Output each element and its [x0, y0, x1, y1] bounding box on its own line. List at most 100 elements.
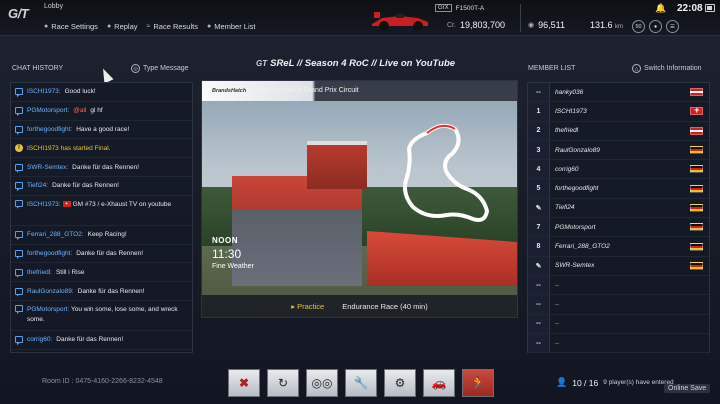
lobby-toolbar: ✖ ↻ ◎◎ 🔧 ⚙ 🚗 🏃	[228, 369, 494, 397]
page-title: Lobby	[44, 3, 64, 10]
credits-value: 19,803,700	[459, 20, 505, 30]
lobby-nav: ● Race Settings ● Replay ≈ Race Results ● Me…	[44, 22, 255, 31]
member-row[interactable]: ✎ SWR-Semtex	[528, 256, 709, 276]
gt-small-logo: GT	[256, 59, 268, 68]
button-glyph-icon: ◎	[131, 64, 140, 73]
close-icon: ✖	[238, 376, 250, 390]
wrench-icon: 🔧	[353, 376, 369, 390]
chat-message: RaulGonzalo89: Danke für das Rennen!	[11, 282, 192, 301]
member-list[interactable]: --hanky036 1ISCHI1973 2thefriedl 3RaulGo…	[527, 82, 710, 354]
chat-message: corrig60: Danke für das Rennen!	[11, 331, 192, 350]
member-row[interactable]: -- hanky036	[528, 83, 709, 103]
nav-member-list[interactable]: ● Member List	[207, 22, 256, 31]
chat-message: Ferrari_288_GTO2: Keep Racing!	[11, 226, 192, 245]
return-icon: ↻	[277, 376, 289, 390]
weather-label: Fine Weather	[212, 263, 254, 270]
weather-info: NOON 11:30 Fine Weather	[212, 236, 254, 270]
swiss-flag-icon: +	[62, 201, 71, 208]
tuning-button[interactable]: 🔧	[345, 369, 377, 397]
mileage: ◉ 96,511	[528, 20, 565, 30]
lobby-title: GT SReL // Season 4 RoC // Live on YouTub…	[256, 58, 456, 69]
divider	[520, 4, 521, 32]
car-name: F1500T-A	[455, 4, 485, 12]
spectate-button[interactable]: ◎◎	[306, 369, 338, 397]
germany-flag-icon	[690, 223, 703, 232]
chat-bubble-icon	[15, 88, 23, 96]
chat-bubble-icon	[15, 249, 23, 257]
austria-flag-icon	[690, 88, 703, 97]
germany-flag-icon	[690, 184, 703, 193]
pencil-icon: ✎	[528, 198, 550, 218]
type-message-button[interactable]: ◎ Type Message	[131, 64, 189, 73]
empty-slot: -- --	[528, 295, 709, 315]
alert-icon: !	[15, 144, 23, 153]
chat-message: Tiefi24: Danke für das Rennen!	[11, 177, 192, 196]
chat-bubble-icon	[15, 304, 23, 312]
nav-replay[interactable]: ● Replay	[107, 22, 138, 31]
circuit-map	[403, 123, 489, 222]
brands-hatch-logo: BrandsHatch	[212, 88, 247, 94]
online-save-indicator: Online Save	[664, 384, 711, 393]
clock: 22:08	[677, 3, 703, 14]
track-name: Brands Hatch Grand Prix Circuit	[259, 87, 359, 94]
time-of-day: NOON	[212, 236, 238, 245]
leave-lobby-button[interactable]: ✖	[228, 369, 260, 397]
pencil-icon: ✎	[528, 256, 550, 275]
chat-message: forthegoodfight: Have a good race!	[11, 121, 192, 140]
mileage-value: 96,511	[538, 20, 565, 30]
menu-badge-icon[interactable]: ☰	[666, 20, 679, 33]
distance-value: 131.6	[590, 20, 613, 30]
race-type: Endurance Race (40 min)	[342, 301, 428, 311]
people-icon: 👤	[556, 377, 568, 387]
cursor-icon	[98, 66, 114, 84]
member-row[interactable]: 3 RaulGonzalo89	[528, 140, 709, 161]
chat-bubble-icon	[15, 107, 23, 115]
credits-unit: Cr.	[447, 21, 456, 29]
results-icon: ≈	[146, 23, 151, 30]
credits: Cr. 19,803,700	[447, 20, 505, 30]
status-icons: 50 ● ☰	[632, 20, 679, 33]
member-row[interactable]: 4 corrig60	[528, 160, 709, 180]
chat-panel[interactable]: ISCHI1973: Good luck! PGMotorsport: @all gl…	[10, 82, 193, 353]
germany-flag-icon	[690, 261, 703, 270]
member-list-label: MEMBER LIST	[528, 65, 576, 72]
car-select-button[interactable]: 🚗	[423, 369, 455, 397]
session-bar: Practice Endurance Race (40 min)	[202, 295, 517, 317]
player-count: 👤 10 / 16 9 player(s) have entered	[556, 377, 674, 388]
player-count-value: 10 / 16	[572, 377, 599, 388]
car-image	[372, 12, 428, 31]
gear-icon: ⚙	[394, 376, 406, 390]
notification-badge-icon[interactable]: ●	[649, 20, 662, 33]
member-row[interactable]: 5 forthegoodfight	[528, 179, 709, 199]
settings-button[interactable]: ⚙	[384, 369, 416, 397]
member-row[interactable]: 2 thefriedl	[528, 121, 709, 141]
level-badge: 50	[632, 20, 645, 33]
member-row[interactable]: 7 PGMotorsport	[528, 218, 709, 238]
empty-slot: -- --	[528, 275, 709, 296]
germany-flag-icon	[690, 203, 703, 212]
mileage-icon: ◉	[528, 22, 535, 29]
chat-message: SWR-Semtex: Danke für das Rennen!	[11, 158, 192, 177]
chat-message: PGMotorsport: @all gl hf	[11, 102, 192, 121]
member-row[interactable]: ✎ Tiefi24	[528, 198, 709, 219]
switch-information-button[interactable]: △ Switch Information	[632, 64, 702, 73]
member-row[interactable]: 8 Ferrari_288_GTO2	[528, 237, 709, 257]
member-row[interactable]: 1 ISCHI1973	[528, 102, 709, 122]
triangle-button-icon: △	[632, 64, 641, 73]
track-image-tower	[307, 141, 367, 189]
germany-flag-icon	[690, 146, 703, 155]
enter-race-button[interactable]: 🏃	[462, 369, 494, 397]
members-icon: ●	[206, 23, 212, 30]
bell-icon[interactable]: 🔔	[655, 3, 666, 14]
nav-race-settings[interactable]: ● Race Settings	[44, 22, 98, 31]
gt-logo: G/T	[8, 6, 29, 21]
car-tag: GrX F1500T-A	[435, 4, 484, 12]
nav-race-results[interactable]: ≈ Race Results	[147, 22, 198, 31]
germany-flag-icon	[690, 242, 703, 251]
session-practice: Practice	[291, 302, 324, 311]
return-button[interactable]: ↻	[267, 369, 299, 397]
distance-unit: km	[615, 24, 624, 30]
chat-bubble-icon	[15, 287, 23, 295]
chat-bubble-icon	[15, 125, 23, 133]
chat-message: forthegoodfight: Danke für das Rennen!	[11, 245, 192, 264]
